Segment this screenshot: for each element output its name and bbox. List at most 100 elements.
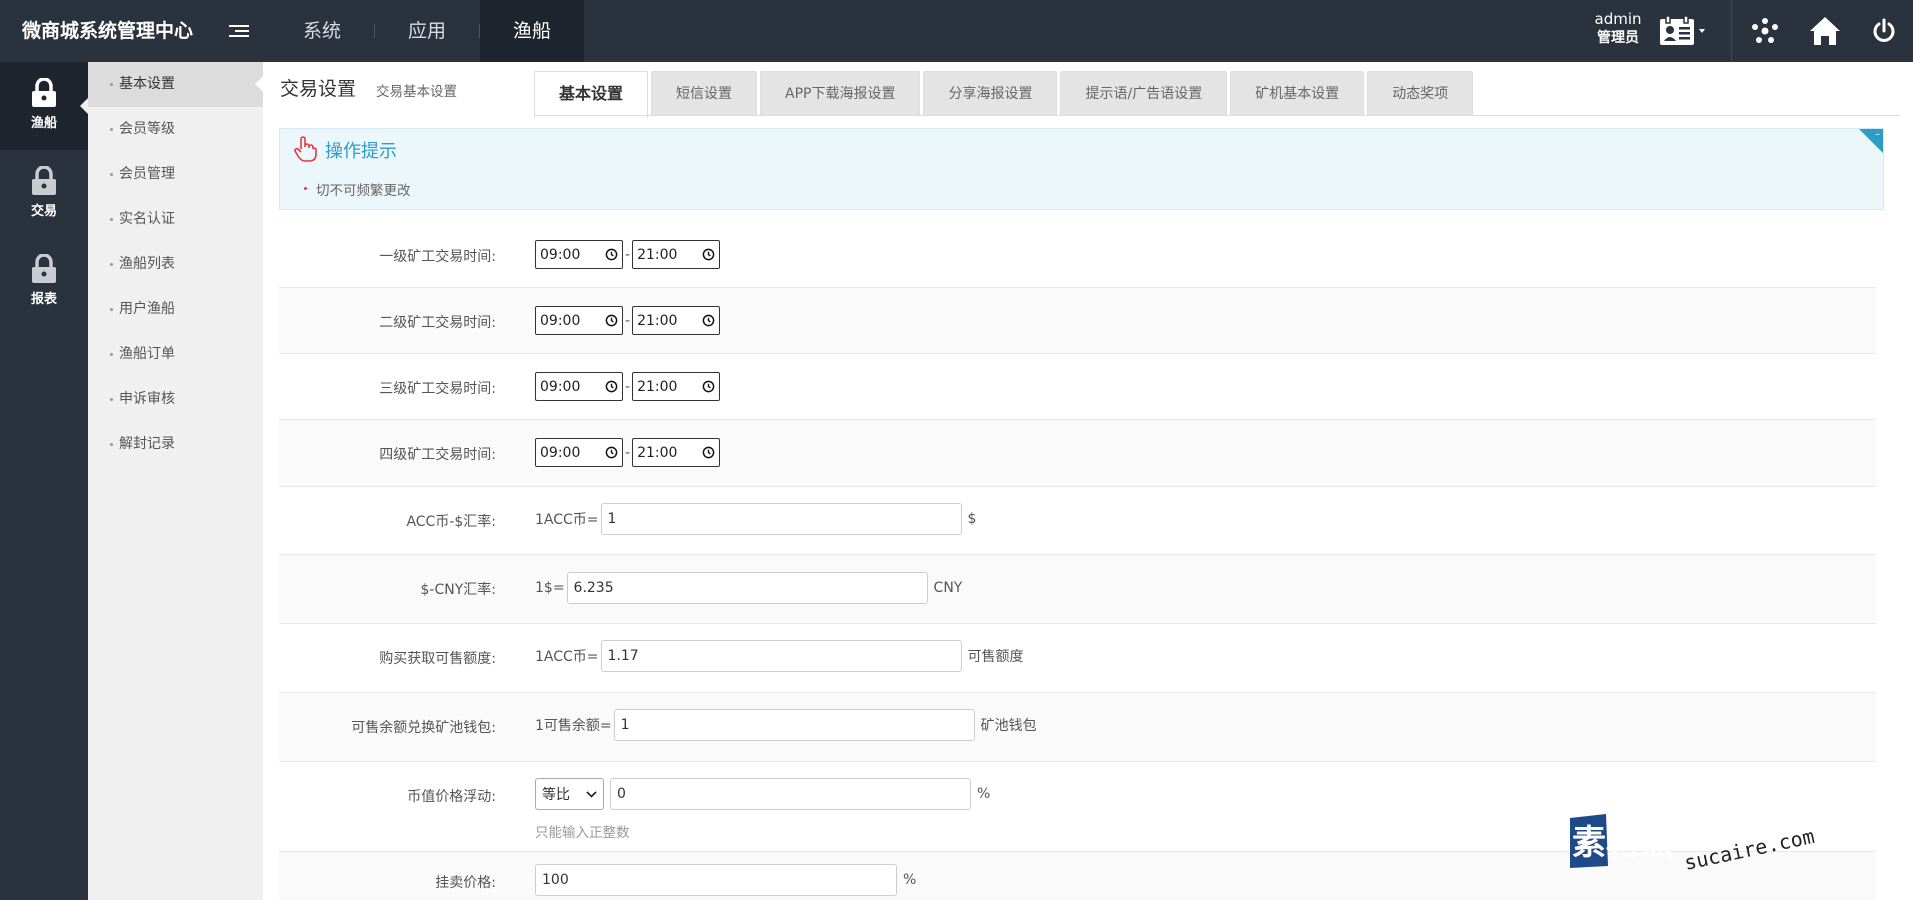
submenu-item-boat-orders[interactable]: 渔船订单 <box>88 332 263 377</box>
cny-rate-input[interactable]: 6.235 <box>566 572 928 604</box>
form-row: 三级矿工交易时间: 09:00 - 21:00 <box>279 354 1876 420</box>
field-label: ACC币-$汇率: <box>406 514 496 530</box>
module-boats[interactable]: 渔船 <box>0 62 88 150</box>
active-caret <box>80 98 88 114</box>
submenu-item-appeals[interactable]: 申诉审核 <box>88 377 263 422</box>
user-name: admin <box>1594 10 1642 28</box>
clock-icon <box>702 446 715 459</box>
page-title: 交易设置 <box>280 78 357 100</box>
submenu-item-user-boats[interactable]: 用户渔船 <box>88 287 263 332</box>
field-hint: 只能输入正整数 <box>535 825 630 841</box>
clock-icon <box>702 248 715 261</box>
home-icon[interactable] <box>1805 0 1845 62</box>
sell-price-input[interactable]: 100 <box>535 864 897 896</box>
power-icon[interactable] <box>1864 0 1904 62</box>
float-mode-select[interactable]: 等比 <box>535 778 604 810</box>
tab-sms-settings[interactable]: 短信设置 <box>651 71 758 115</box>
field-prefix: 1$= <box>535 580 565 596</box>
form-row: ACC币-$汇率: 1ACC币= 1 $ <box>279 487 1876 555</box>
field-suffix: CNY <box>933 580 963 596</box>
header-divider <box>1731 0 1732 62</box>
field-suffix: % <box>977 786 991 802</box>
clock-icon <box>702 380 715 393</box>
clock-icon <box>605 380 618 393</box>
chevron-down-icon <box>586 790 597 798</box>
tab-slogan[interactable]: 提示语/广告语设置 <box>1060 71 1228 115</box>
field-label: 四级矿工交易时间: <box>379 447 496 463</box>
settings-tabs: 基本设置 短信设置 APP下载海报设置 分享海报设置 提示语/广告语设置 矿机基… <box>534 71 1476 118</box>
minus-icon: – <box>1875 129 1880 140</box>
profile-card-icon[interactable] <box>1652 0 1712 62</box>
active-caret <box>255 76 263 92</box>
settings-form: 一级矿工交易时间: 09:00 - 21:00 二级矿工交易时间: 09:00 … <box>279 222 1876 900</box>
module-reports[interactable]: 报表 <box>0 238 88 326</box>
user-info[interactable]: admin 管理员 <box>1592 10 1644 48</box>
topnav-item-boats[interactable]: 渔船 <box>480 0 584 62</box>
field-label: 可售余额兑换矿池钱包: <box>351 720 496 736</box>
exchange-rate-input[interactable]: 1 <box>613 709 975 741</box>
network-icon[interactable] <box>1745 0 1785 62</box>
form-row: 购买获取可售额度: 1ACC币= 1.17 可售额度 <box>279 624 1876 693</box>
field-suffix: $ <box>967 511 977 527</box>
module-label: 渔船 <box>30 116 57 131</box>
main-content: 交易设置 交易基本设置 基本设置 短信设置 APP下载海报设置 分享海报设置 提… <box>263 62 1913 900</box>
page-subtitle: 交易基本设置 <box>376 84 457 100</box>
tab-basic-settings[interactable]: 基本设置 <box>534 71 649 118</box>
clock-icon <box>605 314 618 327</box>
range-dash: - <box>625 444 631 461</box>
topnav-item-system[interactable]: 系统 <box>270 0 374 62</box>
lock-icon <box>32 254 56 283</box>
time-end-input[interactable]: 21:00 <box>632 240 721 269</box>
top-nav: 系统 应用 渔船 <box>270 0 584 62</box>
module-label: 报表 <box>30 292 57 307</box>
acc-rate-input[interactable]: 1 <box>600 503 962 535</box>
clock-icon <box>702 314 715 327</box>
price-float-input[interactable]: 0 <box>610 778 971 810</box>
submenu-item-basic-settings[interactable]: 基本设置 <box>88 62 263 107</box>
tips-title: 操作提示 <box>325 141 397 162</box>
tab-underline <box>534 115 1900 116</box>
submenu-item-real-name[interactable]: 实名认证 <box>88 197 263 242</box>
tips-panel: 操作提示 切不可频繁更改 – <box>279 128 1884 210</box>
user-role: 管理员 <box>1597 30 1639 46</box>
watermark-logo: 素材熱 sucaire.com <box>1570 814 1817 872</box>
submenu-item-members[interactable]: 会员管理 <box>88 152 263 197</box>
form-row: $-CNY汇率: 1$= 6.235 CNY <box>279 555 1876 624</box>
clock-icon <box>605 248 618 261</box>
submenu-item-unblock-log[interactable]: 解封记录 <box>88 422 263 467</box>
time-end-input[interactable]: 21:00 <box>632 306 721 335</box>
module-trade[interactable]: 交易 <box>0 150 88 238</box>
tab-miner-settings[interactable]: 矿机基本设置 <box>1230 71 1365 115</box>
tab-app-poster[interactable]: APP下载海报设置 <box>760 71 921 115</box>
range-dash: - <box>625 312 631 329</box>
module-sidebar: 渔船 交易 报表 <box>0 62 88 900</box>
sub-menu: 基本设置 会员等级 会员管理 实名认证 渔船列表 用户渔船 渔船订单 申诉审核 … <box>88 62 263 900</box>
lock-icon <box>32 78 56 107</box>
watermark-text-cn: 素材熱 <box>1572 823 1674 863</box>
top-bar: 微商城系统管理中心 系统 应用 渔船 admin 管理员 <box>0 0 1913 62</box>
tab-share-poster[interactable]: 分享海报设置 <box>923 71 1058 115</box>
clock-icon <box>605 446 618 459</box>
time-start-input[interactable]: 09:00 <box>535 372 623 401</box>
tab-dynamic-awards[interactable]: 动态奖项 <box>1367 71 1474 115</box>
hand-pointer-icon <box>294 136 317 162</box>
topnav-item-apps[interactable]: 应用 <box>375 0 479 62</box>
tips-item: 切不可频繁更改 <box>304 179 411 199</box>
submenu-item-member-levels[interactable]: 会员等级 <box>88 107 263 152</box>
watermark-text-url: sucaire.com <box>1682 824 1817 872</box>
field-prefix: 1ACC币= <box>535 512 599 528</box>
time-end-input[interactable]: 21:00 <box>632 438 721 467</box>
app-title: 微商城系统管理中心 <box>22 20 194 42</box>
field-suffix: 可售额度 <box>967 649 1024 665</box>
range-dash: - <box>625 378 631 395</box>
field-label: 一级矿工交易时间: <box>379 249 496 265</box>
time-start-input[interactable]: 09:00 <box>535 306 623 335</box>
time-end-input[interactable]: 21:00 <box>632 372 721 401</box>
sellable-quota-input[interactable]: 1.17 <box>600 640 962 672</box>
menu-toggle-icon[interactable] <box>229 25 249 41</box>
time-start-input[interactable]: 09:00 <box>535 240 623 269</box>
submenu-item-boat-list[interactable]: 渔船列表 <box>88 242 263 287</box>
time-start-input[interactable]: 09:00 <box>535 438 623 467</box>
range-dash: - <box>625 246 631 263</box>
field-label: 挂卖价格: <box>435 875 496 891</box>
